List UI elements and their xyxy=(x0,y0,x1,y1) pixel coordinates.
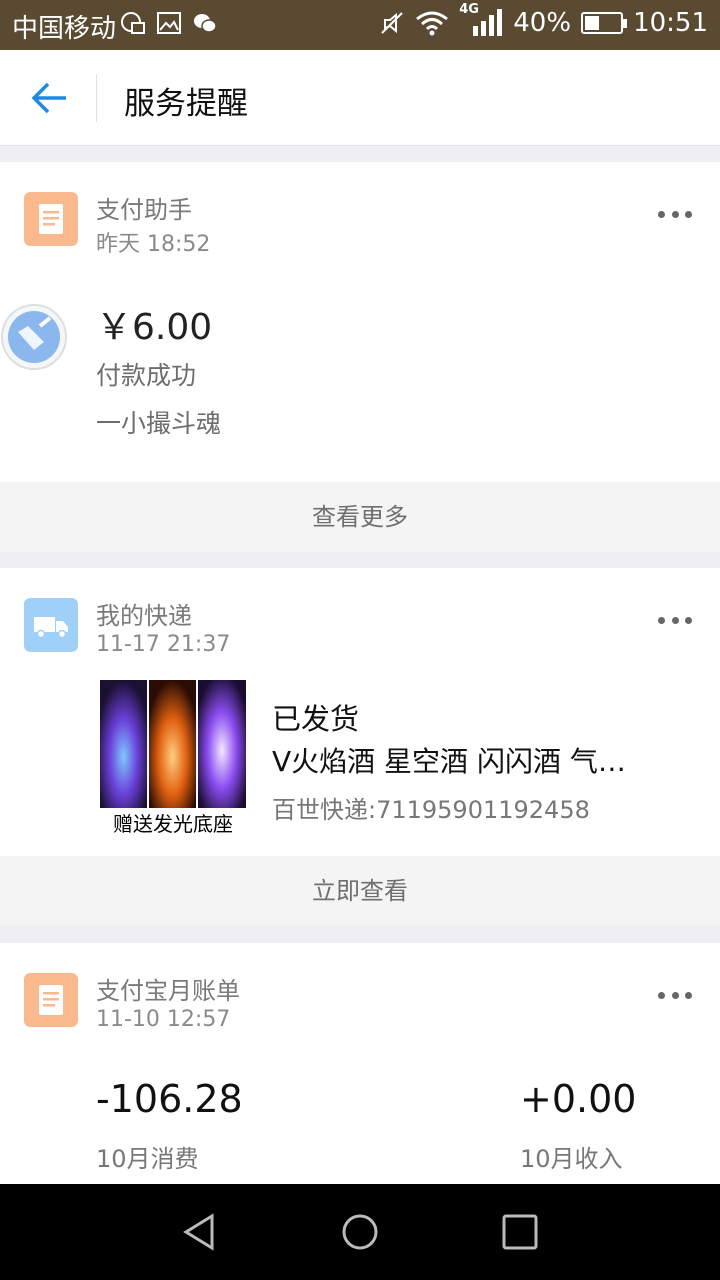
image-icon xyxy=(157,12,181,34)
product-image[interactable]: 赠送发光底座 xyxy=(100,680,246,836)
truck-icon xyxy=(24,598,78,652)
more-options-icon[interactable] xyxy=(658,989,692,1001)
document-icon xyxy=(24,973,78,1027)
document-icon xyxy=(24,192,78,246)
back-triangle-icon[interactable] xyxy=(180,1212,220,1252)
message-time: 昨天 18:52 xyxy=(96,232,211,257)
message-time: 11-10 12:57 xyxy=(96,1007,231,1032)
mute-icon xyxy=(381,12,403,34)
home-circle-icon[interactable] xyxy=(340,1212,380,1252)
delivery-card[interactable]: 我的快递 11-17 21:37 赠送发光底座 已发货 V火焰酒 星空酒 闪闪酒… xyxy=(0,568,720,926)
delivery-heading: 已发货 xyxy=(272,702,360,736)
income-amount: +0.00 xyxy=(520,1077,637,1121)
product-title: V火焰酒 星空酒 闪闪酒 气… xyxy=(272,745,626,778)
view-now-button[interactable]: 立即查看 xyxy=(0,856,720,926)
status-bar: 中国移动 4G 40% 10:51 xyxy=(0,0,720,50)
signal-icon: 4G xyxy=(459,2,503,38)
monthly-bill-card[interactable]: 支付宝月账单 11-10 12:57 -106.28 10月消费 +0.00 1… xyxy=(0,943,720,1184)
notification-icons xyxy=(120,10,218,36)
recents-square-icon[interactable] xyxy=(500,1212,540,1252)
tracking-number: 百世快递:71195901192458 xyxy=(272,796,590,824)
bottle-photo xyxy=(100,680,246,808)
payment-amount: ￥6.00 xyxy=(96,307,213,348)
app-name: 支付助手 xyxy=(96,196,192,224)
title-divider xyxy=(96,74,97,122)
wifi-icon xyxy=(416,11,449,36)
back-arrow-icon[interactable] xyxy=(28,76,72,120)
more-options-icon[interactable] xyxy=(658,614,692,626)
wechat-icon xyxy=(194,14,217,33)
message-icon xyxy=(121,12,145,34)
carrier-name: 中国移动 xyxy=(12,14,117,44)
income-label: 10月收入 xyxy=(520,1145,623,1173)
image-caption: 赠送发光底座 xyxy=(113,812,233,836)
broom-icon xyxy=(1,304,67,370)
page-title: 服务提醒 xyxy=(124,86,248,122)
more-options-icon[interactable] xyxy=(658,208,692,220)
payment-status: 付款成功 xyxy=(96,361,197,390)
view-more-button[interactable]: 查看更多 xyxy=(0,482,720,552)
navigation-bar xyxy=(0,1184,720,1280)
message-time: 11-17 21:37 xyxy=(96,632,231,657)
app-name: 支付宝月账单 xyxy=(96,977,240,1005)
battery-percent: 40% xyxy=(513,8,572,38)
clock: 10:51 xyxy=(633,8,708,38)
payment-card[interactable]: 支付助手 昨天 18:52 ￥6.00 付款成功 一小撮斗魂 查看更多 xyxy=(0,162,720,552)
battery-icon xyxy=(581,12,628,34)
title-bar: 服务提醒 xyxy=(0,50,720,146)
spend-label: 10月消费 xyxy=(96,1145,199,1173)
spend-amount: -106.28 xyxy=(96,1077,243,1121)
app-name: 我的快递 xyxy=(96,602,192,630)
merchant-name: 一小撮斗魂 xyxy=(96,409,222,438)
